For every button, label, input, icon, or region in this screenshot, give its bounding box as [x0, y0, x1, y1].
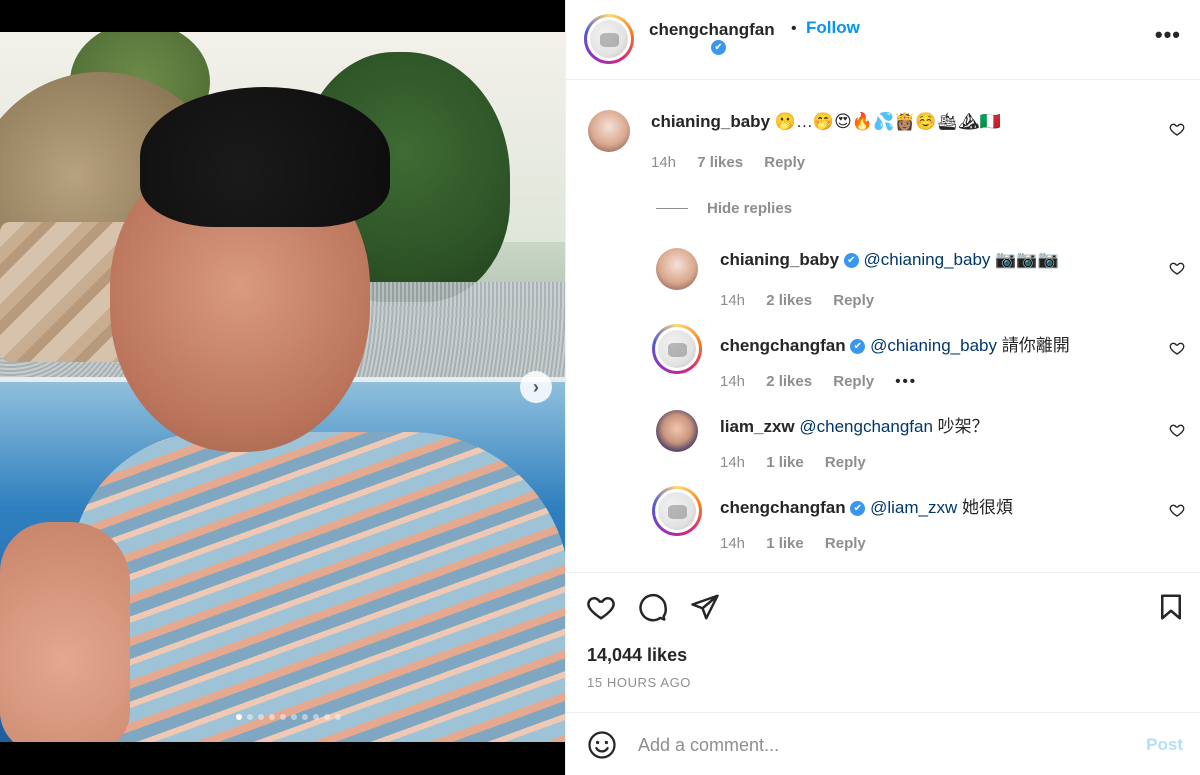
reply-body: 📷📷📷 — [995, 250, 1059, 269]
reply-likes[interactable]: 1 like — [766, 535, 804, 552]
verified-badge-icon: ✔ — [711, 40, 726, 55]
post-photo — [0, 32, 565, 742]
reply-text-line: chengchangfan ✔ @chianing_baby 請你離開 — [720, 331, 1070, 356]
photo-peace-hand — [0, 522, 130, 742]
reply-username[interactable]: liam_zxw — [720, 417, 795, 436]
share-send-icon[interactable] — [690, 592, 720, 622]
carousel-dot[interactable] — [313, 714, 319, 720]
reply-username[interactable]: chengchangfan — [720, 336, 846, 355]
reply-mention[interactable]: @liam_zxw — [870, 498, 957, 517]
author-username[interactable]: chengchangfan — [649, 20, 775, 40]
carousel-dot[interactable] — [291, 714, 297, 720]
carousel-dot[interactable] — [269, 714, 275, 720]
carousel-dot[interactable] — [236, 714, 242, 720]
carousel-dot[interactable] — [302, 714, 308, 720]
chevron-right-icon: › — [533, 376, 539, 397]
reply-likes[interactable]: 2 likes — [766, 292, 812, 309]
reply-time: 14h — [720, 373, 746, 390]
hide-replies-button[interactable]: Hide replies — [707, 200, 792, 217]
comment-likes[interactable]: 7 likes — [697, 154, 743, 171]
post-timestamp[interactable]: 15 HOURS AGO — [587, 675, 691, 690]
reply-button[interactable]: Reply — [833, 373, 874, 390]
like-reply-heart-icon[interactable] — [1169, 502, 1185, 518]
carousel-dot[interactable] — [324, 714, 330, 720]
emoji-smiley-icon[interactable] — [587, 730, 617, 760]
reply-button[interactable]: Reply — [825, 454, 866, 471]
reply-avatar[interactable] — [656, 248, 698, 290]
like-reply-heart-icon[interactable] — [1169, 422, 1185, 438]
carousel-dot[interactable] — [280, 714, 286, 720]
reply-body: 請你離開 — [1001, 336, 1070, 355]
reply-mention[interactable]: @chianing_baby — [864, 250, 991, 269]
post-media: › — [0, 0, 565, 775]
reply-likes[interactable]: 2 likes — [766, 373, 812, 390]
comment-meta: 14h 7 likes Reply — [651, 154, 822, 171]
reply-meta: 14h 1 like Reply — [720, 454, 883, 471]
reply-meta: 14h 1 like Reply — [720, 535, 883, 552]
carousel-dot[interactable] — [247, 714, 253, 720]
hide-replies-line — [656, 208, 688, 209]
like-reply-heart-icon[interactable] — [1169, 340, 1185, 356]
reply-button[interactable]: Reply — [764, 154, 805, 171]
carousel-dot[interactable] — [335, 714, 341, 720]
reply-text-line: chengchangfan ✔ @liam_zxw 她很煩 — [720, 493, 1013, 518]
reply-text-line: liam_zxw @chengchangfan 吵架？ — [720, 412, 989, 437]
post-header: chengchangfan • Follow ✔ ••• — [566, 0, 1200, 80]
post-sidebar: chengchangfan • Follow ✔ ••• chianing_ba… — [565, 0, 1200, 775]
save-bookmark-icon[interactable] — [1156, 592, 1186, 622]
author-avatar[interactable] — [584, 14, 634, 64]
post-actions: 14,044 likes 15 HOURS AGO — [566, 572, 1200, 712]
reply-more-options-icon[interactable]: ••• — [895, 373, 917, 390]
reply-body: 她很煩 — [962, 498, 1013, 517]
reply-likes[interactable]: 1 like — [766, 454, 804, 471]
comment-text-line: chianing_baby 🫢…🤭😍🔥💦👸🏽☺️🛳⛰🇮🇹 — [651, 112, 1001, 132]
carousel-dot[interactable] — [258, 714, 264, 720]
reply-button[interactable]: Reply — [833, 292, 874, 309]
reply-time: 14h — [720, 454, 746, 471]
photo-shirt — [70, 432, 565, 742]
comment-composer: Post — [566, 712, 1200, 775]
comment-time: 14h — [651, 154, 677, 171]
comment-input[interactable] — [638, 731, 1118, 759]
follow-button[interactable]: Follow — [806, 18, 860, 38]
comment-body: 🫢…🤭😍🔥💦👸🏽☺️🛳⛰🇮🇹 — [774, 112, 1001, 131]
like-comment-heart-icon[interactable] — [1169, 121, 1185, 137]
like-reply-heart-icon[interactable] — [1169, 260, 1185, 276]
reply-mention[interactable]: @chianing_baby — [870, 336, 997, 355]
reply-avatar[interactable] — [652, 486, 702, 536]
comment-username[interactable]: chianing_baby — [651, 112, 770, 131]
verified-badge-icon: ✔ — [850, 501, 866, 517]
header-separator: • — [791, 20, 797, 37]
reply-time: 14h — [720, 292, 746, 309]
reply-body: 吵架？ — [937, 417, 989, 436]
reply-mention[interactable]: @chengchangfan — [799, 417, 933, 436]
reply-text-line: chianing_baby ✔ @chianing_baby 📷📷📷 — [720, 250, 1059, 270]
verified-badge-icon: ✔ — [843, 253, 859, 269]
reply-meta: 14h 2 likes Reply ••• — [720, 373, 934, 390]
reply-username[interactable]: chengchangfan — [720, 498, 846, 517]
commenter-avatar[interactable] — [588, 110, 630, 152]
reply-button[interactable]: Reply — [825, 535, 866, 552]
verified-badge-icon: ✔ — [850, 339, 866, 355]
more-options-icon[interactable]: ••• — [1155, 22, 1181, 48]
reply-meta: 14h 2 likes Reply — [720, 292, 891, 309]
reply-avatar[interactable] — [652, 324, 702, 374]
carousel-indicator — [0, 714, 565, 720]
carousel-next-button[interactable]: › — [520, 371, 552, 403]
reply-avatar[interactable] — [656, 410, 698, 452]
reply-time: 14h — [720, 535, 746, 552]
comment-bubble-icon[interactable] — [638, 592, 668, 622]
post-likes-count[interactable]: 14,044 likes — [587, 645, 687, 666]
like-heart-icon[interactable] — [586, 592, 616, 622]
reply-username[interactable]: chianing_baby — [720, 250, 839, 269]
photo-hair — [140, 87, 390, 227]
post-comment-button[interactable]: Post — [1146, 735, 1183, 755]
